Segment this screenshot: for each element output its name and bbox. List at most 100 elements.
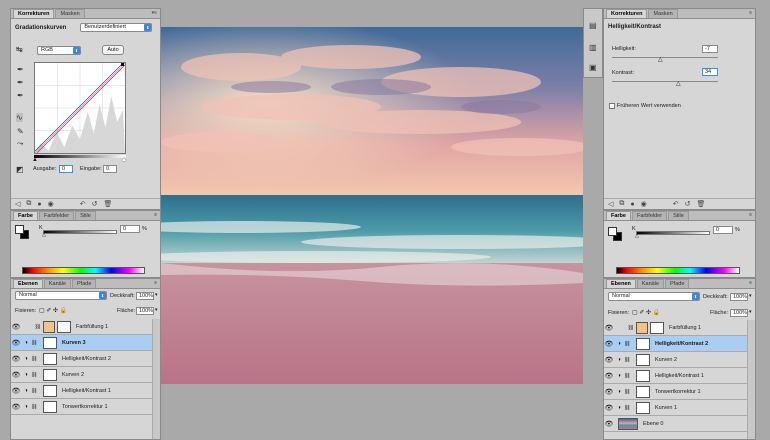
eye-icon[interactable]: 👁 [604, 324, 614, 332]
eye-icon[interactable]: 👁 [604, 420, 614, 428]
tab-farbe[interactable]: Farbe [13, 211, 38, 220]
black-slider-handle[interactable]: ▲ [32, 157, 38, 163]
curves-graph[interactable] [34, 62, 126, 154]
eye-icon[interactable]: 👁 [11, 403, 21, 411]
tab-stile[interactable]: Stile [668, 211, 689, 220]
k-slider-handle[interactable]: △ [635, 233, 639, 239]
gray-point-eyedropper-icon[interactable]: ✒ [17, 78, 24, 87]
expanded-view-icon[interactable]: ⧉ [26, 200, 31, 208]
layer-row[interactable]: 👁 Ebene 0 [604, 416, 747, 432]
info-icon[interactable]: ▣ [589, 63, 597, 72]
k-slider[interactable] [636, 231, 710, 235]
output-field[interactable]: 0 [59, 165, 73, 173]
eye-icon[interactable]: 👁 [11, 387, 21, 395]
layer-row[interactable]: 👁 ◑ ⛓ Helligkeit/Kontrast 1 [604, 368, 747, 384]
tab-masken[interactable]: Masken [55, 9, 85, 18]
tab-farbe[interactable]: Farbe [606, 211, 631, 220]
k-slider[interactable] [43, 230, 117, 234]
eye-icon[interactable]: 👁 [604, 372, 614, 380]
eye-icon[interactable]: 👁 [11, 355, 21, 363]
history-icon[interactable]: ▤ [589, 21, 597, 30]
layer-row[interactable]: 👁 ◑ ⛓ Kurven 2 [11, 367, 152, 383]
contrast-slider-handle[interactable]: △ [676, 80, 681, 87]
fill-field[interactable]: 100% [136, 307, 154, 315]
panel-menu-icon[interactable]: ≡ [749, 280, 752, 286]
curve-edit-icon[interactable]: ∿ [16, 113, 23, 122]
delete-icon[interactable]: 🗑 [696, 200, 705, 208]
input-field[interactable]: 0 [103, 165, 117, 173]
k-value-field[interactable]: 0 [120, 225, 140, 233]
contrast-slider[interactable] [612, 81, 718, 82]
reset-icon[interactable]: ↺ [685, 200, 691, 208]
opacity-dropdown-icon[interactable]: ▾ [155, 292, 158, 298]
blend-mode-select[interactable]: Normal ⬍ [15, 291, 107, 300]
clipping-icon[interactable]: ◩ [16, 165, 24, 174]
tab-ebenen[interactable]: Ebenen [606, 279, 636, 288]
blend-mode-select[interactable]: Normal ⬍ [608, 292, 700, 301]
lock-icons[interactable]: ▢ ✐ ✣ 🔒 [39, 307, 67, 314]
brightness-slider-handle[interactable]: △ [658, 56, 663, 63]
pencil-icon[interactable]: ✎ [17, 127, 24, 136]
color-spectrum[interactable] [22, 267, 145, 274]
tab-kanaele[interactable]: Kanäle [636, 279, 665, 288]
layer-row[interactable]: 👁 ◑ ⛓ Tonwertkorrektur 1 [604, 384, 747, 400]
eye-icon[interactable]: 👁 [11, 323, 21, 331]
tab-ebenen[interactable]: Ebenen [13, 279, 43, 288]
tab-stile[interactable]: Stile [75, 211, 96, 220]
on-image-adjust-icon[interactable]: ↹ [16, 45, 23, 54]
opacity-field[interactable]: 100% [730, 293, 748, 301]
tab-farbfelder[interactable]: Farbfelder [631, 211, 668, 220]
fill-field[interactable]: 100% [730, 309, 748, 317]
lock-icons[interactable]: ▢ ✐ ✣ 🔒 [632, 309, 660, 316]
actions-icon[interactable]: ▥ [589, 43, 597, 52]
white-point-eyedropper-icon[interactable]: ✒ [17, 91, 24, 100]
clip-to-layer-icon[interactable]: ● [630, 201, 634, 208]
tab-masken[interactable]: Masken [648, 9, 678, 18]
fill-dropdown-icon[interactable]: ▾ [749, 309, 752, 315]
clip-to-layer-icon[interactable]: ● [37, 201, 41, 208]
view-previous-icon[interactable]: ↶ [673, 200, 679, 208]
layer-row[interactable]: 👁 ◑ ⛓ Kurven 1 [604, 400, 747, 416]
opacity-field[interactable]: 100% [136, 292, 154, 300]
panel-menu-icon[interactable]: ▾≡ [152, 10, 157, 16]
opacity-dropdown-icon[interactable]: ▾ [749, 293, 752, 299]
layer-row[interactable]: 👁 ◑ ⛓ Helligkeit/Kontrast 2 [604, 336, 747, 352]
return-to-list-icon[interactable]: ◁ [608, 200, 613, 208]
panel-menu-icon[interactable]: ≡ [154, 212, 157, 218]
panel-menu-icon[interactable]: ≡ [154, 280, 157, 286]
white-slider-handle[interactable]: ▲ [121, 157, 127, 163]
tab-kanaele[interactable]: Kanäle [43, 279, 72, 288]
auto-button[interactable]: Auto [102, 45, 124, 55]
layers-scrollbar[interactable] [152, 319, 160, 439]
canvas-image[interactable] [161, 27, 583, 384]
eye-icon[interactable]: 👁 [11, 371, 21, 379]
panel-menu-icon[interactable]: ≡ [749, 212, 752, 218]
k-value-field[interactable]: 0 [713, 226, 733, 234]
panel-menu-icon[interactable]: ≡ [749, 10, 752, 16]
preset-select[interactable]: Benutzerdefiniert ⬍ [80, 23, 153, 32]
layers-scrollbar[interactable] [747, 320, 755, 439]
layer-row[interactable]: 👁 ◑ ⛓ Helligkeit/Kontrast 2 [11, 351, 152, 367]
expanded-view-icon[interactable]: ⧉ [619, 200, 624, 208]
eye-icon[interactable]: 👁 [604, 340, 614, 348]
layer-row[interactable]: 👁 ⛓ Farbfüllung 1 [604, 320, 747, 336]
smooth-icon[interactable]: ⤳ [17, 139, 23, 149]
eye-icon[interactable]: 👁 [604, 388, 614, 396]
layer-row[interactable]: 👁 ◑ ⛓ Kurven 3 [11, 335, 152, 351]
channel-select[interactable]: RGB ⬍ [37, 46, 81, 55]
brightness-slider[interactable] [612, 57, 718, 58]
k-slider-handle[interactable]: △ [42, 232, 46, 238]
delete-icon[interactable]: 🗑 [103, 200, 112, 208]
reset-icon[interactable]: ↺ [92, 200, 98, 208]
black-point-eyedropper-icon[interactable]: ✒ [17, 65, 24, 74]
visibility-icon[interactable]: ◉ [48, 200, 54, 208]
tab-farbfelder[interactable]: Farbfelder [38, 211, 75, 220]
foreground-color-swatch[interactable] [15, 225, 24, 234]
layer-row[interactable]: 👁 ◑ ⛓ Tonwertkorrektur 1 [11, 399, 152, 415]
tab-pfade[interactable]: Pfade [72, 279, 97, 288]
return-to-list-icon[interactable]: ◁ [15, 200, 20, 208]
fill-dropdown-icon[interactable]: ▾ [155, 307, 158, 313]
contrast-field[interactable]: 34 [702, 68, 718, 76]
brightness-field[interactable]: -7 [702, 45, 718, 53]
eye-icon[interactable]: 👁 [604, 404, 614, 412]
